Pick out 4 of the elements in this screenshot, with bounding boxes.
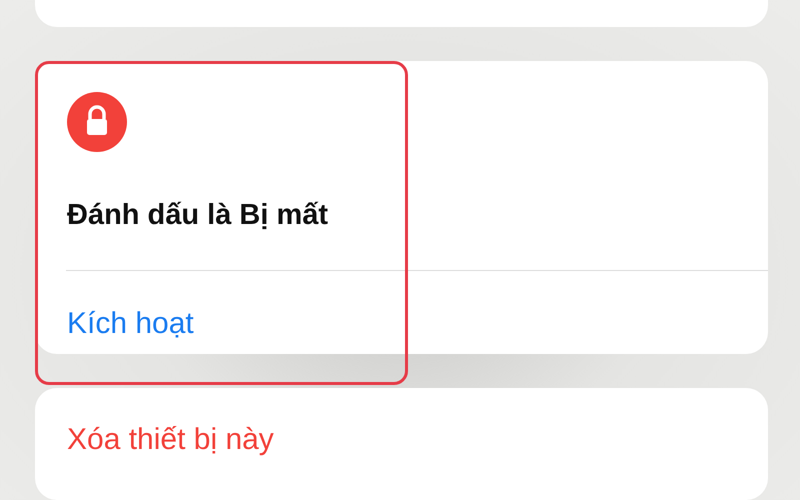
- erase-device-link[interactable]: Xóa thiết bị này: [67, 421, 274, 460]
- lost-mode-title: Đánh dấu là Bị mất: [67, 198, 330, 234]
- activate-link[interactable]: Kích hoạt: [67, 305, 194, 344]
- lock-icon: [67, 92, 127, 152]
